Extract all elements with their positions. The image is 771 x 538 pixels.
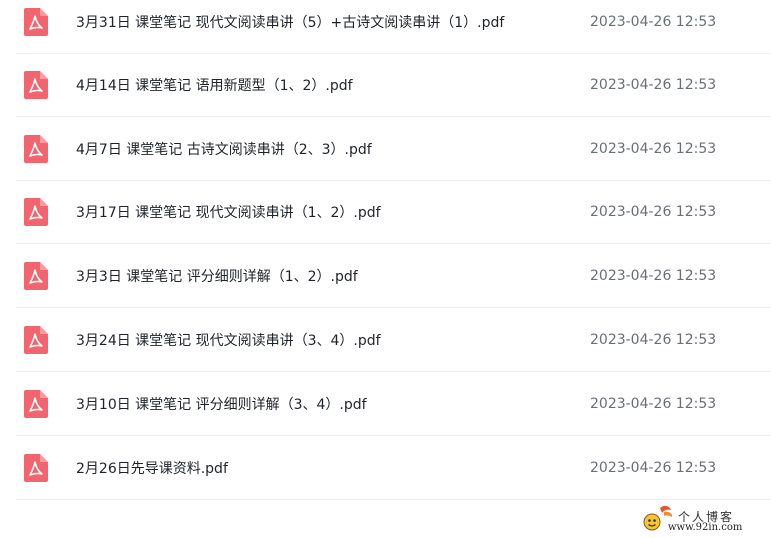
file-date: 2023-04-26 12:53 bbox=[590, 268, 717, 284]
watermark: 个人博客 www.92in.com bbox=[640, 500, 768, 536]
pdf-icon bbox=[24, 71, 48, 99]
file-date: 2023-04-26 12:53 bbox=[590, 396, 717, 412]
file-name[interactable]: 3月10日 课堂笔记 评分细则详解（3、4）.pdf bbox=[76, 373, 367, 435]
file-date: 2023-04-26 12:53 bbox=[590, 77, 717, 93]
pdf-icon bbox=[24, 326, 48, 354]
file-row[interactable]: 3月3日 课堂笔记 评分细则详解（1、2）.pdf 2023-04-26 12:… bbox=[16, 245, 771, 308]
watermark-url: www.92in.com bbox=[668, 522, 743, 533]
file-row[interactable]: 2月26日先导课资料.pdf 2023-04-26 12:53 bbox=[16, 437, 771, 500]
file-name[interactable]: 4月7日 课堂笔记 古诗文阅读串讲（2、3）.pdf bbox=[76, 118, 372, 180]
file-name[interactable]: 3月31日 课堂笔记 现代文阅读串讲（5）+古诗文阅读串讲（1）.pdf bbox=[76, 0, 504, 53]
file-name[interactable]: 2月26日先导课资料.pdf bbox=[76, 437, 228, 499]
file-row[interactable]: 4月14日 课堂笔记 语用新题型（1、2）.pdf 2023-04-26 12:… bbox=[16, 54, 771, 117]
pdf-icon bbox=[24, 135, 48, 163]
file-name[interactable]: 3月17日 课堂笔记 现代文阅读串讲（1、2）.pdf bbox=[76, 181, 381, 243]
file-date: 2023-04-26 12:53 bbox=[590, 14, 717, 30]
file-name[interactable]: 3月24日 课堂笔记 现代文阅读串讲（3、4）.pdf bbox=[76, 309, 381, 371]
file-date: 2023-04-26 12:53 bbox=[590, 460, 717, 476]
file-list: 3月31日 课堂笔记 现代文阅读串讲（5）+古诗文阅读串讲（1）.pdf 202… bbox=[0, 0, 771, 538]
file-name[interactable]: 3月3日 课堂笔记 评分细则详解（1、2）.pdf bbox=[76, 245, 358, 307]
pdf-icon bbox=[24, 390, 48, 418]
file-row[interactable]: 3月31日 课堂笔记 现代文阅读串讲（5）+古诗文阅读串讲（1）.pdf 202… bbox=[16, 0, 771, 54]
file-row[interactable]: 3月17日 课堂笔记 现代文阅读串讲（1、2）.pdf 2023-04-26 1… bbox=[16, 181, 771, 244]
file-row[interactable]: 3月24日 课堂笔记 现代文阅读串讲（3、4）.pdf 2023-04-26 1… bbox=[16, 309, 771, 372]
file-name[interactable]: 4月14日 课堂笔记 语用新题型（1、2）.pdf bbox=[76, 54, 353, 116]
file-date: 2023-04-26 12:53 bbox=[590, 204, 717, 220]
file-row[interactable]: 3月10日 课堂笔记 评分细则详解（3、4）.pdf 2023-04-26 12… bbox=[16, 373, 771, 436]
pdf-icon bbox=[24, 198, 48, 226]
pdf-icon bbox=[24, 262, 48, 290]
file-date: 2023-04-26 12:53 bbox=[590, 141, 717, 157]
pdf-icon bbox=[24, 454, 48, 482]
file-row[interactable]: 4月7日 课堂笔记 古诗文阅读串讲（2、3）.pdf 2023-04-26 12… bbox=[16, 118, 771, 181]
pdf-icon bbox=[24, 8, 48, 36]
file-date: 2023-04-26 12:53 bbox=[590, 332, 717, 348]
